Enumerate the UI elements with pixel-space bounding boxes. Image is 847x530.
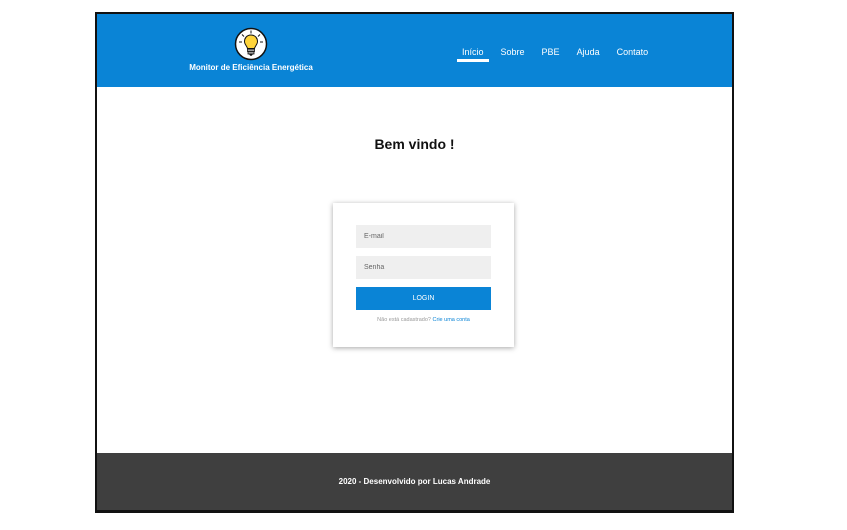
signup-line: Não está cadastrado? Crie uma conta bbox=[333, 317, 514, 323]
nav-item-inicio[interactable]: Início bbox=[457, 47, 489, 62]
brand[interactable]: Monitor de Eficiência Energética bbox=[189, 27, 313, 72]
login-card: LOGIN Não está cadastrado? Crie uma cont… bbox=[333, 203, 514, 347]
brand-title: Monitor de Eficiência Energética bbox=[189, 63, 313, 72]
signup-link[interactable]: Crie uma conta bbox=[433, 317, 470, 323]
welcome-heading: Bem vindo ! bbox=[374, 136, 455, 152]
email-input[interactable] bbox=[356, 225, 491, 248]
signup-prompt: Não está cadastrado? bbox=[377, 317, 431, 323]
browser-frame: Monitor de Eficiência Energética Início … bbox=[95, 12, 734, 513]
footer: 2020 - Desenvolvido por Lucas Andrade bbox=[97, 453, 732, 510]
nav-item-ajuda[interactable]: Ajuda bbox=[572, 47, 605, 61]
lightbulb-icon bbox=[234, 27, 268, 61]
nav-item-sobre[interactable]: Sobre bbox=[496, 47, 530, 61]
password-input[interactable] bbox=[356, 256, 491, 279]
nav-item-pbe[interactable]: PBE bbox=[537, 47, 565, 61]
nav-item-contato[interactable]: Contato bbox=[612, 47, 654, 61]
footer-text: 2020 - Desenvolvido por Lucas Andrade bbox=[338, 477, 491, 486]
navbar: Monitor de Eficiência Energética Início … bbox=[97, 14, 732, 87]
main-nav: Início Sobre PBE Ajuda Contato bbox=[457, 47, 660, 62]
login-button[interactable]: LOGIN bbox=[356, 287, 491, 310]
